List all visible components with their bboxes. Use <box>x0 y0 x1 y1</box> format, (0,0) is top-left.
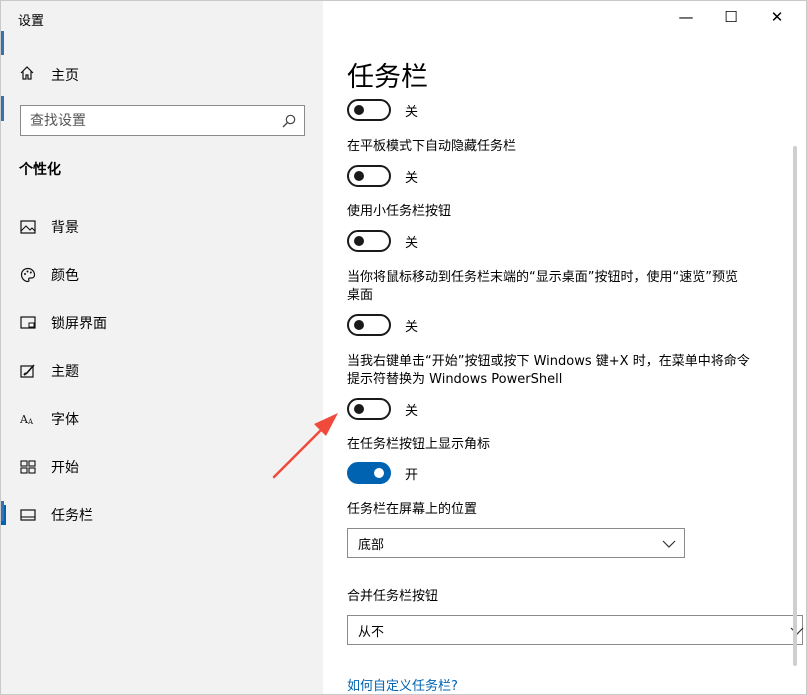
toggle-knob <box>354 105 364 115</box>
setting-label: 当我右键单击“开始”按钮或按下 Windows 键+X 时，在菜单中将命令 提示… <box>347 353 777 389</box>
edge-strip <box>1 501 4 521</box>
search-input[interactable] <box>30 111 270 131</box>
search-box[interactable] <box>20 105 305 136</box>
setting-label-line: 当你将鼠标移动到任务栏末端的“显示桌面”按钮时，使用“速览”预览 <box>347 270 738 285</box>
toggle-knob <box>354 404 364 414</box>
setting-row: 关 <box>347 398 418 420</box>
sidebar-item-themes[interactable]: 主题 <box>1 351 323 391</box>
toggle-switch[interactable] <box>347 165 391 187</box>
setting-label: 当你将鼠标移动到任务栏末端的“显示桌面”按钮时，使用“速览”预览 桌面 <box>347 269 777 305</box>
toggle-knob <box>354 320 364 330</box>
setting-row: 关 <box>347 99 418 121</box>
toggle-state: 关 <box>405 319 419 335</box>
scrollbar[interactable] <box>793 146 797 666</box>
select-value: 底部 <box>358 538 385 553</box>
toggle-knob <box>354 171 364 181</box>
sidebar-item-taskbar[interactable]: 任务栏 <box>1 495 323 535</box>
sidebar-home[interactable]: 主页 <box>19 65 79 85</box>
setting-row: 关 <box>347 165 418 187</box>
sidebar-item-label: 开始 <box>51 460 79 476</box>
edge-strip <box>1 96 4 121</box>
main-content: 任务栏 关 在平板模式下自动隐藏任务栏 关 使用小任务栏按钮 关 当你将鼠标移动… <box>323 1 806 694</box>
toggle-switch[interactable] <box>347 99 391 121</box>
setting-label: 使用小任务栏按钮 <box>347 204 452 219</box>
select-value: 从不 <box>358 625 385 640</box>
setting-label: 在任务栏按钮上显示角标 <box>347 437 491 452</box>
toggle-switch[interactable] <box>347 314 391 336</box>
chevron-down-icon <box>662 536 676 550</box>
section-title: 个性化 <box>19 162 61 178</box>
toggle-state: 关 <box>405 403 419 419</box>
setting-label-line: 当我右键单击“开始”按钮或按下 Windows 键+X 时，在菜单中将命令 <box>347 354 750 369</box>
edge-strip <box>1 31 4 55</box>
sidebar-item-label: 字体 <box>51 412 79 428</box>
position-label: 任务栏在屏幕上的位置 <box>347 502 478 517</box>
settings-window: 设置 主页 个性化 背景 颜色 <box>0 0 807 695</box>
sidebar-item-label: 颜色 <box>51 268 79 284</box>
taskbar-icon <box>19 506 37 524</box>
help-link[interactable]: 如何自定义任务栏? <box>347 675 458 694</box>
combine-label: 合并任务栏按钮 <box>347 589 439 604</box>
toggle-state: 关 <box>405 170 419 186</box>
toggle-knob <box>354 236 364 246</box>
start-grid-icon <box>19 458 37 476</box>
palette-icon <box>19 266 37 284</box>
home-icon <box>19 65 35 85</box>
svg-text:A: A <box>27 418 34 426</box>
setting-row: 开 <box>347 462 418 484</box>
sidebar-item-label: 锁屏界面 <box>51 316 107 332</box>
combine-buttons-select[interactable]: 从不 <box>347 615 804 645</box>
toggle-knob <box>374 468 384 478</box>
toggle-switch[interactable] <box>347 230 391 252</box>
taskbar-position-select[interactable]: 底部 <box>347 528 685 558</box>
toggle-state: 关 <box>405 235 419 251</box>
toggle-state: 开 <box>405 467 419 483</box>
setting-row: 关 <box>347 314 418 336</box>
search-icon[interactable] <box>281 113 297 129</box>
lock-screen-icon <box>19 314 37 332</box>
sidebar-item-lock-screen[interactable]: 锁屏界面 <box>1 303 323 343</box>
font-icon: AA <box>19 410 37 428</box>
sidebar-item-label: 任务栏 <box>51 508 93 524</box>
page-title: 任务栏 <box>347 62 428 93</box>
toggle-switch[interactable] <box>347 462 391 484</box>
sidebar-item-label: 背景 <box>51 220 79 236</box>
sidebar-item-start[interactable]: 开始 <box>1 447 323 487</box>
sidebar-item-colors[interactable]: 颜色 <box>1 255 323 295</box>
sidebar-item-background[interactable]: 背景 <box>1 207 323 247</box>
setting-row: 关 <box>347 230 418 252</box>
setting-label: 在平板模式下自动隐藏任务栏 <box>347 139 517 154</box>
setting-label-line: 提示符替换为 Windows PowerShell <box>347 372 563 387</box>
sidebar-item-fonts[interactable]: AA 字体 <box>1 399 323 439</box>
sidebar-item-label: 主题 <box>51 364 79 380</box>
sidebar-home-label: 主页 <box>51 68 79 84</box>
app-title: 设置 <box>18 14 45 29</box>
toggle-state: 关 <box>405 104 419 120</box>
theme-brush-icon <box>19 362 37 380</box>
sidebar: 设置 主页 个性化 背景 颜色 <box>1 1 323 694</box>
picture-icon <box>19 218 37 236</box>
setting-label-line: 桌面 <box>347 288 374 303</box>
toggle-switch[interactable] <box>347 398 391 420</box>
